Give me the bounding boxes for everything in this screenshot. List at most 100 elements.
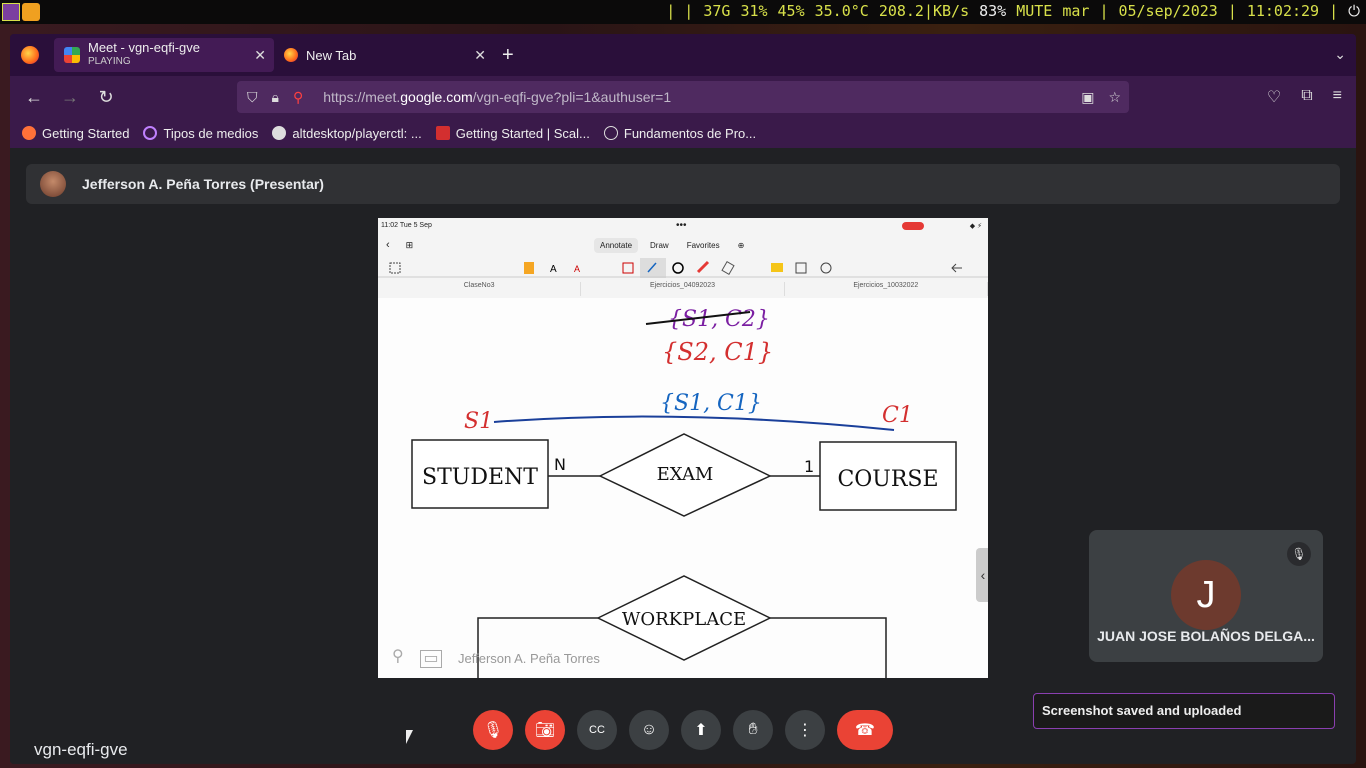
- url-text[interactable]: https://meet.google.com/vgn-eqfi-gve?pli…: [323, 89, 671, 105]
- bookmark-item[interactable]: Tipos de medios: [143, 126, 258, 141]
- system-stats: | | 37G 31% 45% 35.0°C 208.2|KB/s 83% MU…: [666, 2, 1360, 20]
- er-diagram-canvas: {S1, C2} {S2, C1} {S1, C1} S1 C1 STUDENT…: [378, 298, 988, 678]
- ipad-tab-draw: Draw: [650, 240, 669, 250]
- raise-hand-button[interactable]: ✋︎: [733, 710, 773, 750]
- more-options-button[interactable]: ⋮: [785, 710, 825, 750]
- fullscreen-icon[interactable]: ▭: [420, 650, 442, 668]
- ipad-tab-favorites: Favorites: [686, 240, 720, 250]
- firefox-taskbar-icon[interactable]: [22, 3, 40, 21]
- ipad-status-icons: ◆ ⚡: [969, 223, 982, 230]
- extensions-icon[interactable]: ⧉: [1301, 87, 1312, 107]
- connection-curve: [493, 415, 895, 431]
- meet-favicon-icon: [64, 47, 80, 63]
- firefox-favicon-icon: [284, 48, 298, 62]
- more-dots-icon: •••: [676, 220, 687, 231]
- battery-stat: 83%: [979, 2, 1007, 20]
- meet-stage: Jefferson A. Peña Torres (Presentar) 11:…: [10, 148, 1356, 764]
- pin-icon[interactable]: ⚲: [392, 646, 404, 666]
- close-tab-icon[interactable]: ✕: [474, 47, 486, 64]
- firefox-icon: [21, 46, 39, 64]
- globe-icon: [603, 126, 618, 140]
- url-bar[interactable]: ⛉ 🔒︎ ⚲ https://meet.google.com/vgn-eqfi-…: [237, 81, 1129, 113]
- forward-arrow-icon[interactable]: →: [52, 87, 88, 108]
- tab-subtitle: PLAYING: [88, 56, 131, 67]
- bookmark-item[interactable]: Getting Started: [22, 126, 129, 141]
- separator: |: [1227, 2, 1237, 20]
- mic-off-button[interactable]: 🎙︎: [473, 710, 513, 750]
- list-tabs-chevron-icon[interactable]: ⌄: [1334, 46, 1346, 63]
- avatar: J: [1171, 560, 1241, 630]
- tab-meet[interactable]: Meet - vgn-eqfi-gve PLAYING ✕: [54, 38, 274, 72]
- volume-stat[interactable]: MUTE: [1016, 2, 1052, 20]
- power-icon[interactable]: ⏻: [1348, 2, 1360, 20]
- shield-icon[interactable]: ⛉: [247, 89, 258, 106]
- expand-panel-chevron-icon[interactable]: ‹: [976, 548, 988, 602]
- scala-icon: [435, 126, 450, 140]
- ipad-toolbar: 11:02 Tue 5 Sep ••• ◆ ⚡ ‹ ⊞ Annotate Dra…: [378, 218, 988, 306]
- document-tabs: ClaseNo3 Ejercicios_04092023 Ejercicios_…: [378, 282, 988, 296]
- call-controls: 🎙︎ 📷︎ CC ☺ ⬆ ✋︎ ⋮ ☎: [473, 710, 893, 750]
- label-s1: S1: [464, 409, 493, 434]
- separator: |: [1329, 2, 1339, 20]
- cardinality-n: N: [554, 455, 566, 474]
- firefox-icon: [22, 126, 36, 140]
- svg-text:A: A: [574, 264, 580, 274]
- firefox-view-button[interactable]: [10, 34, 50, 76]
- new-tab-plus-icon[interactable]: +: [502, 44, 514, 67]
- tab-bar: Meet - vgn-eqfi-gve PLAYING ✕ New Tab ✕ …: [10, 34, 1356, 76]
- menu-hamburger-icon[interactable]: ≡: [1333, 87, 1342, 107]
- workplace-link-left: [477, 617, 598, 678]
- bookmarks-toolbar: Getting Started Tipos de medios altdeskt…: [10, 118, 1356, 148]
- camera-off-button[interactable]: 📷︎: [525, 710, 565, 750]
- separator: | |: [666, 2, 694, 20]
- separator: |: [1099, 2, 1109, 20]
- relationship-workplace-label: WORKPLACE: [622, 609, 746, 630]
- leave-call-button[interactable]: ☎: [837, 710, 893, 750]
- lock-icon[interactable]: 🔒︎: [272, 89, 279, 106]
- doc-tab: Ejercicios_10032022: [785, 282, 988, 296]
- close-tab-icon[interactable]: ✕: [254, 47, 266, 64]
- shared-screen[interactable]: 11:02 Tue 5 Sep ••• ◆ ⚡ ‹ ⊞ Annotate Dra…: [378, 218, 988, 678]
- pocket-icon[interactable]: ♡: [1267, 87, 1281, 107]
- tab-title: New Tab: [306, 47, 357, 63]
- emoji-button[interactable]: ☺: [629, 710, 669, 750]
- github-icon: [272, 126, 287, 140]
- annotation-tools: A A: [378, 258, 988, 278]
- participant-name: JUAN JOSE BOLAÑOS DELGA...: [1097, 628, 1315, 644]
- doc-tab: Ejercicios_04092023: [581, 282, 785, 296]
- present-screen-button[interactable]: ⬆: [681, 710, 721, 750]
- tab-new-tab[interactable]: New Tab ✕: [274, 38, 494, 72]
- ipad-status-time: 11:02 Tue 5 Sep: [381, 222, 432, 229]
- clock-label: 11:02:29: [1246, 2, 1320, 20]
- reload-icon[interactable]: ↻: [88, 87, 124, 108]
- cardinality-1: 1: [804, 457, 814, 476]
- disk-stat: 37G: [703, 2, 731, 20]
- cpu-stat: 31%: [740, 2, 768, 20]
- permissions-mic-icon[interactable]: ⚲: [293, 89, 303, 106]
- screenshot-icon[interactable]: ▣: [1081, 89, 1094, 106]
- net-stat: 208.2|KB/s: [878, 2, 970, 20]
- bookmark-item[interactable]: altdesktop/playerctl: ...: [272, 126, 422, 141]
- note-s1-c1: {S1, C1}: [660, 391, 762, 416]
- bookmark-star-icon[interactable]: ☆: [1108, 89, 1121, 106]
- workspace-indicator[interactable]: [2, 3, 20, 21]
- back-arrow-icon[interactable]: ←: [16, 87, 52, 108]
- captions-button[interactable]: CC: [577, 710, 617, 750]
- system-status-bar: | | 37G 31% 45% 35.0°C 208.2|KB/s 83% MU…: [0, 0, 1366, 24]
- back-chevron-icon: ‹: [386, 239, 390, 251]
- nav-bar: ← → ↻ ⛉ 🔒︎ ⚲ https://meet.google.com/vgn…: [10, 76, 1356, 118]
- participant-tile[interactable]: J 🎙︎ JUAN JOSE BOLAÑOS DELGA...: [1089, 530, 1323, 662]
- bookmark-item[interactable]: Getting Started | Scal...: [435, 126, 590, 141]
- day-label: mar: [1062, 2, 1090, 20]
- add-icon: ⊕: [737, 240, 745, 250]
- mouse-cursor: [406, 730, 413, 744]
- workplace-link-right: [770, 617, 887, 678]
- svg-text:A: A: [550, 264, 557, 275]
- ipad-tab-annotate: Annotate: [594, 237, 639, 253]
- browser-window: Meet - vgn-eqfi-gve PLAYING ✕ New Tab ✕ …: [10, 34, 1356, 764]
- relationship-exam-label: EXAM: [657, 464, 714, 485]
- presenter-bar: Jefferson A. Peña Torres (Presentar): [26, 164, 1340, 204]
- temp-stat: 35.0°C: [814, 2, 869, 20]
- bookmark-item[interactable]: Fundamentos de Pro...: [603, 126, 756, 141]
- presenter-label: Jefferson A. Peña Torres (Presentar): [82, 176, 324, 192]
